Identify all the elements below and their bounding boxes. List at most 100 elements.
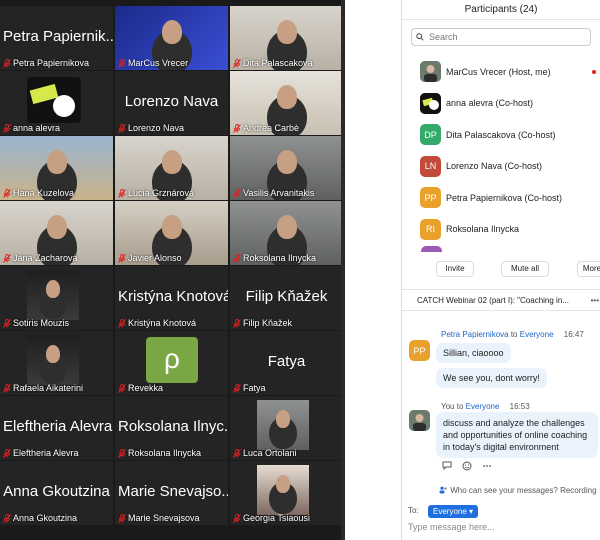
participant-row[interactable]: DP Dita Palascakova (Co-host) [402,119,600,151]
participant-tile[interactable]: Hana Kuzelova [0,136,113,200]
participant-tile[interactable]: Filip Kňažek Filip Kňažek [230,266,343,330]
mic-muted-icon [3,448,11,458]
video-feed [257,400,309,450]
participant-tile[interactable]: Jana Zacharová [0,201,113,265]
mic-muted-icon [3,318,11,328]
message-actions [442,461,492,473]
search-placeholder: Search [429,32,458,42]
participants-title: Participants (24) [402,0,600,20]
mic-muted-icon [118,513,126,523]
participant-tile[interactable]: Anna Gkoutzina Anna Gkoutzina [0,461,113,525]
person-silhouette [276,215,297,239]
participant-row[interactable]: PP Petra Papiernikova (Co-host) [402,182,600,214]
mic-muted-icon [233,383,241,393]
person-silhouette [161,150,182,174]
participant-name-label: anna alevra [3,123,60,133]
chat-input[interactable]: Type message here... [408,522,495,532]
participant-name: Sotiris Mouzis [13,318,70,328]
participant-row[interactable]: MarCus Vrecer (Host, me) [402,56,600,88]
person-silhouette [276,85,297,109]
chat-header: CATCH Webinar 02 (part I): "Coaching in.… [402,289,600,311]
to-label: To: [408,506,419,515]
participant-name-label: Hana Kuzelova [3,188,74,198]
chat-menu-icon[interactable]: ••• [591,290,599,310]
participant-tile[interactable]: Roksolana Ilnycka [230,201,343,265]
participant-display-name: Marie Snevajso... [118,483,228,500]
participant-tile[interactable]: Vasilis Arvanitakis [230,136,343,200]
participant-row[interactable]: LN Lorenzo Nava (Co-host) [402,151,600,183]
who-can-see-notice[interactable]: Who can see your messages? Recording [439,486,597,495]
message-sender[interactable]: Petra Papiernikova [441,330,509,339]
participant-tile[interactable]: Fatya Fatya [230,331,343,395]
video-grid: Petra Papiernik... Petra Papiernikova MarC… [0,6,343,525]
participant-tile[interactable]: Georgia Tsiaousi [230,461,343,525]
profile-logo: ρ [146,337,198,383]
person-silhouette [276,475,290,493]
participant-tile[interactable]: Rafaela Aikaterini [0,331,113,395]
reply-icon[interactable] [442,461,452,473]
avatar: RI [420,218,441,240]
mic-muted-icon [233,123,241,133]
avatar [409,410,430,431]
participant-tile[interactable]: Marie Snevajso... Marie Snevajsova [115,461,228,525]
participant-name-label: Sotiris Mouzis [3,318,69,328]
panel-gap [345,0,401,540]
participant-name-label: Marie Snevajsova [118,513,200,523]
chat-message[interactable]: discuss and analyze the challenges and o… [436,412,598,458]
participant-list-name: anna alevra (Co-host) [446,98,534,109]
participant-tile[interactable]: anna alevra [0,71,113,135]
avatar [420,92,441,114]
avatar: PP [409,340,430,361]
participant-list-name: MarCus Vrecer (Host, me) [446,66,551,77]
participant-tile[interactable]: ρ Revekka [115,331,228,395]
participant-tile[interactable]: MarCus Vrecer [115,6,228,70]
mic-muted-icon [3,58,11,68]
avatar-initials: PP [424,192,437,203]
participant-name-label: Jana Zacharová [3,253,78,263]
participant-name: Roksolana Ilnycka [128,448,202,458]
recording-indicator-icon [592,70,596,74]
participant-name-label: Vasilis Arvanitakis [233,188,314,198]
participant-name-label: Javier Alonso [118,253,182,263]
video-feed [27,270,79,320]
mute-all-button[interactable]: Mute all [501,261,549,277]
more-options-icon[interactable] [482,461,492,473]
mic-muted-icon [233,58,241,68]
participant-tile[interactable]: Kristýna Knotová Kristýna Knotová [115,266,228,330]
participant-tile[interactable]: Dita Palascakova [230,6,343,70]
avatar: LN [420,155,441,177]
message-time: 16:53 [509,402,530,411]
participant-tile[interactable]: Luca Ortolani [230,396,343,460]
participant-tile[interactable]: Sotiris Mouzis [0,266,113,330]
mic-muted-icon [233,448,241,458]
participant-tile[interactable]: Lorenzo Nava Lorenzo Nava [115,71,228,135]
recipient-dropdown[interactable]: Everyone ▾ [428,505,479,518]
mic-muted-icon [118,448,126,458]
chat-message[interactable]: We see you, dont worry! [436,368,547,388]
invite-button[interactable]: Invite [436,261,474,277]
participant-name-label: Luca Ortolani [233,448,297,458]
participant-name-label: Fatya [233,383,266,393]
participant-name: Eleftheria Alevra [13,448,79,458]
participants-search[interactable]: Search [411,28,591,46]
mic-muted-icon [233,253,241,263]
participant-tile[interactable]: Lucia Grznárová [115,136,228,200]
participant-row[interactable]: RI Roksolana Ilnycka [402,214,600,246]
participant-tile[interactable]: Petra Papiernik... Petra Papiernikova [0,6,113,70]
praxis-logo [27,77,81,123]
participant-name-label: Dita Palascakova [233,58,313,68]
person-silhouette [161,20,182,44]
participant-tile[interactable]: Roksolana Ilnyc... Roksolana Ilnycka [115,396,228,460]
participant-tile[interactable]: Javier Alonso [115,201,228,265]
more-button[interactable]: More [577,261,600,277]
participant-name: Roksolana Ilnycka [243,253,317,263]
mic-muted-icon [233,513,241,523]
emoji-reaction-icon[interactable] [462,461,472,473]
chat-message[interactable]: Sillian, ciaoooo [436,343,511,363]
message-recipient: Everyone [519,330,554,339]
participant-tile[interactable]: Eleftheria Alevra Eleftheria Alevra [0,396,113,460]
participant-row[interactable]: anna alevra (Co-host) [402,88,600,120]
avatar: PP [420,187,441,209]
participant-name-label: Lucia Grznárová [118,188,194,198]
participant-tile[interactable]: Andrea Carbè [230,71,343,135]
